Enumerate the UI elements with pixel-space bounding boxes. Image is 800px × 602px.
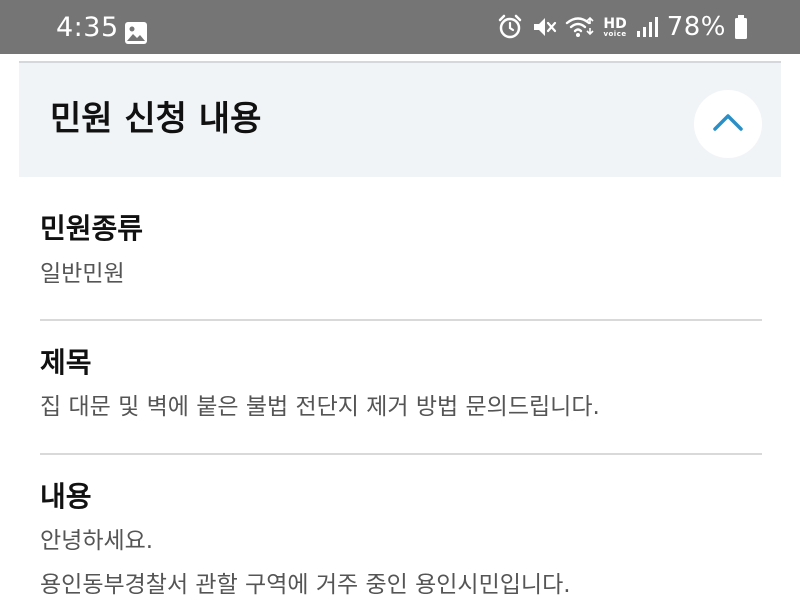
battery-percent: 78% (666, 12, 726, 42)
field-subject-label: 제목 (40, 346, 92, 379)
divider (40, 319, 762, 321)
mute-icon (531, 14, 557, 40)
field-content-line: 용인동부경찰서 관할 구역에 거주 중인 용인시민입니다. (40, 572, 571, 598)
battery-icon (734, 14, 748, 40)
status-time: 4:35 (56, 12, 119, 43)
collapse-button[interactable] (694, 90, 762, 158)
field-type-label: 민원종류 (40, 212, 144, 245)
field-content-line: 안녕하세요. (40, 528, 154, 554)
chevron-up-icon (711, 111, 745, 137)
wifi-icon (565, 14, 595, 40)
hd-voice-icon: HD voice (603, 17, 626, 38)
signal-icon (635, 15, 659, 39)
field-type: 민원종류 일반민원 (40, 212, 762, 291)
hd-label: HD (603, 15, 627, 32)
section-header: 민원 신청 내용 (19, 63, 781, 177)
field-content: 내용 안녕하세요. 용인동부경찰서 관할 구역에 거주 중인 용인시민입니다. (40, 480, 762, 602)
section-title: 민원 신청 내용 (50, 99, 262, 139)
field-subject-value: 집 대문 및 벽에 붙은 불법 전단지 제거 방법 문의드립니다. (40, 394, 600, 420)
divider (40, 453, 762, 455)
gallery-icon (124, 21, 148, 45)
field-subject: 제목 집 대문 및 벽에 붙은 불법 전단지 제거 방법 문의드립니다. (40, 346, 762, 424)
alarm-icon (497, 14, 523, 40)
field-type-value: 일반민원 (40, 261, 125, 287)
voice-label: voice (603, 29, 627, 38)
status-bar: 4:35 HD voice 78% (0, 0, 800, 54)
status-icons: HD voice 78% (497, 10, 748, 44)
field-content-label: 내용 (40, 480, 92, 513)
